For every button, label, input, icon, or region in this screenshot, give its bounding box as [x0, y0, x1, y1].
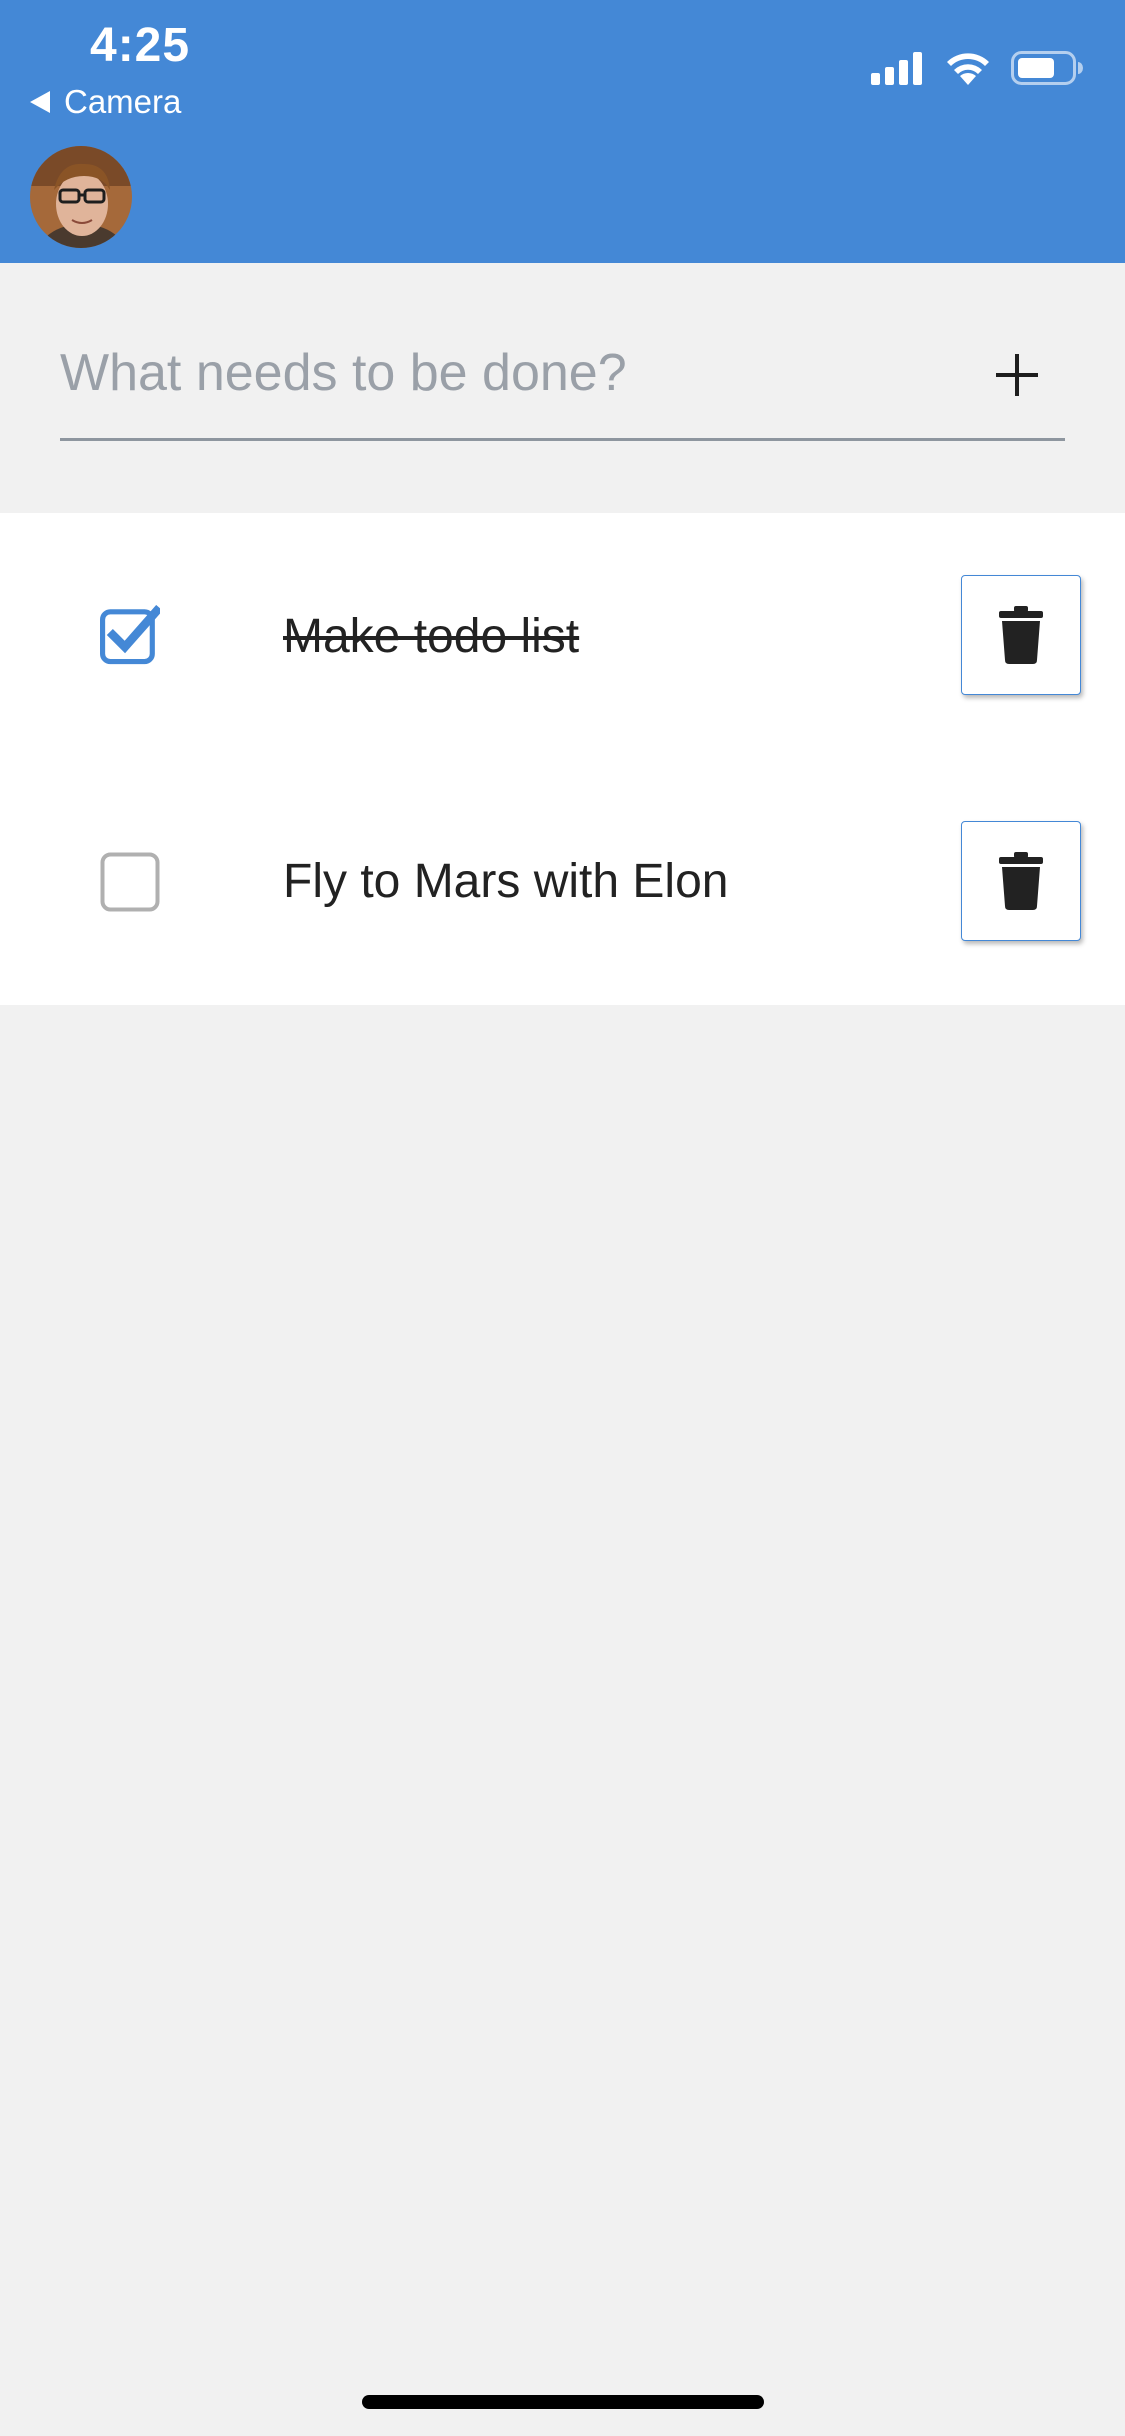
cellular-signal-icon — [871, 52, 922, 85]
avatar[interactable] — [30, 146, 132, 248]
add-todo-button[interactable] — [970, 328, 1064, 422]
back-arrow-icon — [30, 91, 50, 113]
todo-item: Fly to Mars with Elon — [0, 759, 1125, 1005]
avatar-image — [30, 146, 132, 248]
delete-todo-button[interactable] — [961, 575, 1081, 695]
plus-icon — [996, 354, 1038, 396]
todo-checkbox-unchecked[interactable] — [100, 852, 160, 912]
todo-text[interactable]: Make todo list — [283, 607, 579, 667]
status-time: 4:25 — [90, 19, 191, 72]
delete-todo-button[interactable] — [961, 821, 1081, 941]
input-underline — [60, 438, 1065, 441]
back-link-label: Camera — [64, 83, 182, 120]
trash-icon — [999, 852, 1043, 910]
todo-checkbox-checked[interactable] — [100, 605, 160, 665]
wifi-icon — [947, 53, 989, 85]
back-to-camera-link[interactable]: Camera — [30, 82, 181, 122]
new-todo-section — [0, 263, 1125, 513]
todo-list: Make todo list Fly to Mars with Elon — [0, 513, 1125, 1005]
trash-icon — [999, 606, 1043, 664]
new-todo-input[interactable] — [60, 323, 920, 423]
battery-icon — [1011, 51, 1083, 85]
status-icons — [871, 50, 1083, 86]
app-header: 4:25 Camera — [0, 0, 1125, 263]
home-indicator[interactable] — [362, 2395, 764, 2409]
todo-text[interactable]: Fly to Mars with Elon — [283, 852, 728, 912]
todo-item: Make todo list — [0, 513, 1125, 759]
